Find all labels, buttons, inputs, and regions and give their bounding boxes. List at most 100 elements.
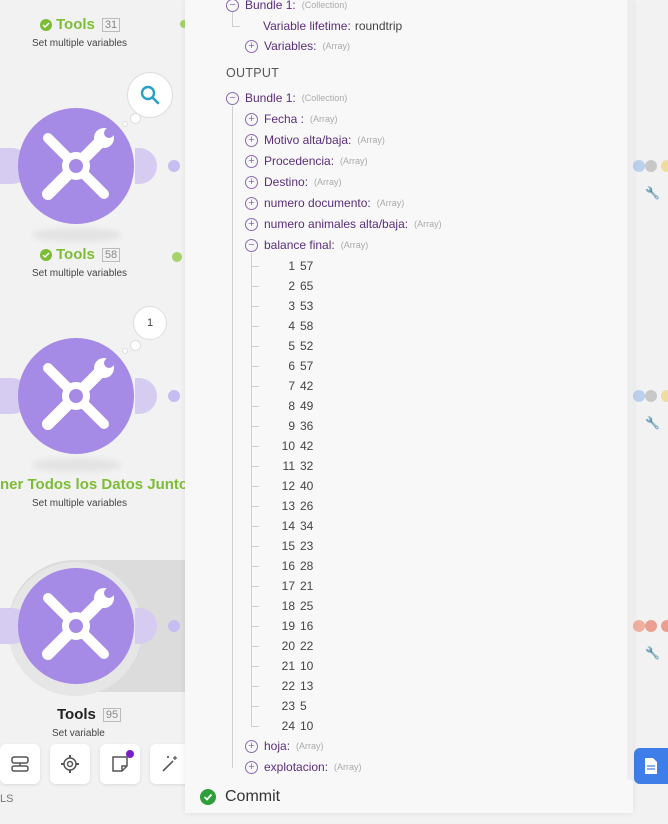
wrench-icon[interactable]: 🔧 (645, 646, 660, 660)
expand-icon[interactable]: + (245, 760, 258, 774)
tree-node[interactable]: − Bundle 1: (Collection) (226, 0, 347, 14)
module-number: 95 (102, 707, 122, 722)
collapse-icon[interactable]: − (226, 91, 239, 105)
array-index: 20 (281, 639, 295, 653)
tree-node[interactable]: − Bundle 1: (Collection) (226, 89, 347, 107)
tree-node[interactable]: + Procedencia: (Array) (245, 152, 368, 170)
panel-content[interactable]: − Bundle 1: (Collection) Variable lifeti… (185, 0, 633, 780)
tools-module[interactable] (18, 108, 134, 224)
module-number: 58 (101, 247, 121, 262)
array-index: 5 (288, 339, 295, 353)
array-value: 42 (300, 439, 314, 453)
collapse-icon[interactable]: − (245, 238, 258, 252)
bundle-type: (Collection) (301, 93, 348, 103)
tree-node[interactable]: + numero documento: (Array) (245, 194, 404, 212)
wrench-icon[interactable]: 🔧 (645, 416, 660, 430)
tree-line (251, 326, 259, 327)
tree-node[interactable]: + Fecha : (Array) (245, 110, 338, 128)
document-button[interactable] (634, 748, 668, 784)
tree-node[interactable]: + Destino: (Array) (245, 173, 342, 191)
tree-line (251, 446, 259, 447)
field-value: roundtrip (354, 19, 403, 33)
module-title: ner Todos los Datos Juntos (0, 476, 196, 493)
tree-line (251, 266, 259, 267)
panel-scrollbar[interactable] (627, 0, 633, 780)
tree-node[interactable]: + numero animales alta/baja: (Array) (245, 215, 442, 233)
wrench-icon[interactable]: 🔧 (645, 186, 660, 200)
connector-dot (168, 620, 180, 632)
array-item: 22 13 (269, 676, 314, 696)
auto-align-button[interactable] (150, 744, 190, 784)
tools-label: LS (0, 793, 14, 805)
array-index: 4 (288, 319, 295, 333)
array-value: 22 (300, 639, 314, 653)
search-icon (140, 85, 160, 105)
expand-icon[interactable]: + (245, 175, 258, 189)
tree-leaf: Variable lifetime: roundtrip (263, 17, 402, 35)
array-index: 18 (281, 599, 295, 613)
tree-line (251, 486, 259, 487)
array-value: 36 (300, 419, 314, 433)
output-section-title: OUTPUT (226, 66, 280, 80)
expand-icon[interactable]: + (245, 739, 258, 753)
notes-button[interactable] (100, 744, 140, 784)
tools-module[interactable] (18, 568, 134, 684)
field-type: (Array) (322, 41, 350, 51)
commit-label: Commit (225, 787, 281, 805)
field-key: Motivo alta/baja: (264, 133, 352, 147)
tree-line (251, 426, 259, 427)
array-index: 6 (288, 359, 295, 373)
array-value: 10 (300, 719, 314, 733)
expand-icon[interactable]: + (245, 154, 258, 168)
array-index: 21 (281, 659, 295, 673)
module-subtitle: Set multiple variables (32, 38, 128, 49)
array-value: 40 (300, 479, 314, 493)
array-item: 19 16 (269, 616, 314, 636)
array-index: 2 (288, 279, 295, 293)
tree-node[interactable]: + Motivo alta/baja: (Array) (245, 131, 385, 149)
tree-node[interactable]: − balance final: (Array) (245, 236, 368, 254)
commit-button[interactable]: Commit (185, 780, 633, 813)
array-item: 10 42 (269, 436, 314, 456)
tools-icon (42, 128, 114, 200)
settings-button[interactable] (50, 744, 90, 784)
tree-node[interactable]: + hoja: (Array) (245, 737, 324, 755)
array-value: 42 (300, 379, 314, 393)
collapse-icon[interactable]: − (226, 0, 239, 12)
connector-dot (172, 252, 182, 262)
expand-icon[interactable]: + (245, 133, 258, 147)
tree-node[interactable]: + explotacion: (Array) (245, 758, 362, 776)
tree-line (251, 506, 259, 507)
field-key: Procedencia: (264, 154, 335, 168)
bundle-type: (Collection) (301, 0, 348, 10)
module-title: Tools 95 (57, 706, 122, 723)
array-item: 14 34 (269, 516, 314, 536)
router-button[interactable] (0, 744, 40, 784)
field-type: (Array) (314, 177, 342, 187)
expand-icon[interactable]: + (245, 217, 258, 231)
array-value: 49 (300, 399, 314, 413)
array-item: 9 36 (269, 416, 313, 436)
tree-line (251, 586, 259, 587)
tree-line (251, 526, 259, 527)
expand-icon[interactable]: + (245, 39, 258, 53)
field-key: explotacion: (264, 760, 329, 774)
array-item: 1 57 (269, 256, 313, 276)
module-title: Tools 31 (40, 16, 121, 33)
tools-module[interactable] (18, 338, 134, 454)
bundle-label: Bundle 1: (245, 0, 296, 12)
expand-icon[interactable]: + (245, 196, 258, 210)
array-index: 19 (281, 619, 295, 633)
array-index: 10 (281, 439, 295, 453)
tree-line (251, 253, 252, 726)
tree-node[interactable]: + Variables: (Array) (245, 37, 350, 55)
array-value: 52 (300, 339, 314, 353)
operations-count-bubble[interactable]: 1 (133, 306, 167, 340)
connector-dot (661, 160, 668, 172)
tree-line (251, 466, 259, 467)
array-value: 53 (300, 299, 314, 313)
expand-icon[interactable]: + (245, 112, 258, 126)
module-name: Tools (57, 706, 96, 723)
bottom-toolbar (0, 744, 190, 786)
array-value: 34 (300, 519, 314, 533)
